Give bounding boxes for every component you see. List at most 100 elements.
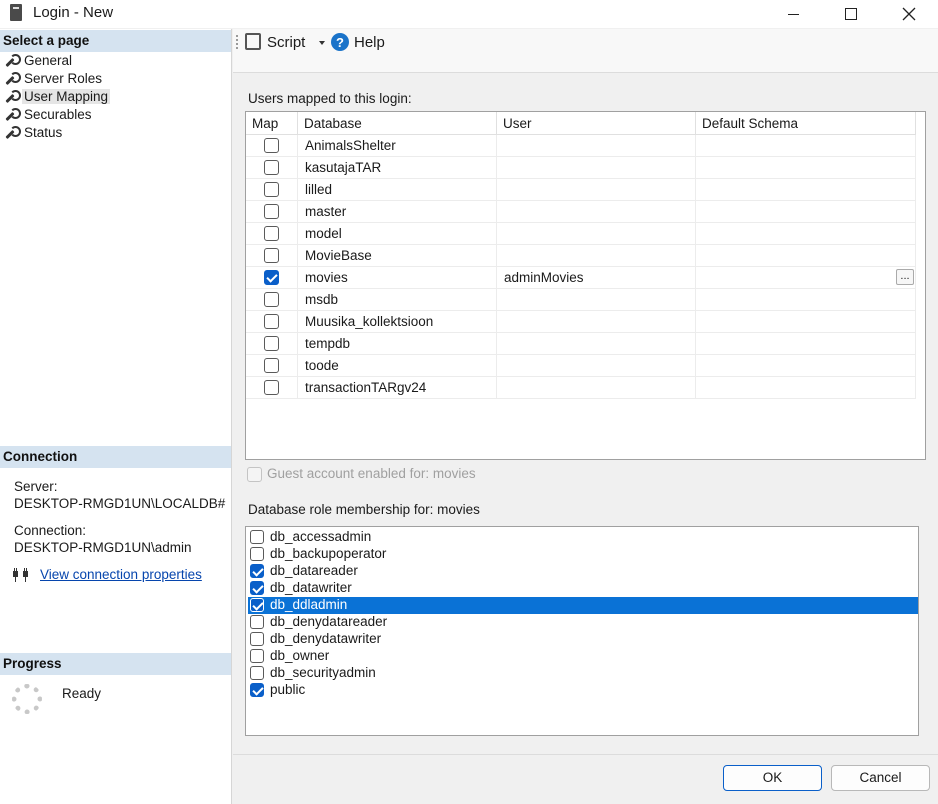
role-item[interactable]: db_denydatawriter <box>248 631 918 648</box>
role-checkbox[interactable] <box>250 530 264 544</box>
page-item-general[interactable]: General <box>4 52 72 69</box>
user-cell[interactable] <box>497 377 696 399</box>
role-checkbox[interactable] <box>250 632 264 646</box>
table-row[interactable]: msdb <box>246 289 916 311</box>
help-button[interactable]: Help <box>354 34 385 51</box>
map-checkbox[interactable] <box>264 226 279 241</box>
minimize-button[interactable] <box>770 0 816 28</box>
cancel-button[interactable]: Cancel <box>831 765 930 791</box>
default-schema-cell[interactable] <box>696 157 916 179</box>
role-checkbox[interactable] <box>250 683 264 697</box>
database-cell[interactable]: toode <box>298 355 497 377</box>
database-cell[interactable]: Muusika_kollektsioon <box>298 311 497 333</box>
role-item[interactable]: db_datareader <box>248 563 918 580</box>
table-row[interactable]: master <box>246 201 916 223</box>
page-item-securables[interactable]: Securables <box>4 106 92 123</box>
default-schema-cell[interactable] <box>696 223 916 245</box>
user-cell[interactable] <box>497 179 696 201</box>
map-checkbox[interactable] <box>264 336 279 351</box>
default-schema-cell[interactable] <box>696 179 916 201</box>
map-checkbox[interactable] <box>264 204 279 219</box>
map-checkbox[interactable] <box>264 160 279 175</box>
view-connection-properties-link[interactable]: View connection properties <box>40 567 202 582</box>
default-schema-cell[interactable] <box>696 201 916 223</box>
map-checkbox[interactable] <box>264 248 279 263</box>
user-cell[interactable] <box>497 223 696 245</box>
database-cell[interactable]: master <box>298 201 497 223</box>
default-schema-cell[interactable] <box>696 311 916 333</box>
table-row[interactable]: AnimalsShelter <box>246 135 916 157</box>
role-checkbox[interactable] <box>250 615 264 629</box>
map-checkbox[interactable] <box>264 358 279 373</box>
role-item[interactable]: db_datawriter <box>248 580 918 597</box>
role-checkbox[interactable] <box>250 564 264 578</box>
column-header-map[interactable]: Map <box>246 112 298 135</box>
role-item[interactable]: db_ddladmin <box>248 597 918 614</box>
user-cell[interactable]: adminMovies <box>497 267 696 289</box>
map-checkbox[interactable] <box>264 380 279 395</box>
browse-schema-button[interactable]: ... <box>896 269 914 285</box>
table-row[interactable]: lilled <box>246 179 916 201</box>
user-cell[interactable] <box>497 311 696 333</box>
database-cell[interactable]: model <box>298 223 497 245</box>
database-cell[interactable]: MovieBase <box>298 245 497 267</box>
role-checkbox[interactable] <box>250 581 264 595</box>
map-checkbox[interactable] <box>264 314 279 329</box>
user-cell[interactable] <box>497 157 696 179</box>
table-row[interactable]: model <box>246 223 916 245</box>
map-checkbox[interactable] <box>264 270 279 285</box>
default-schema-cell[interactable] <box>696 333 916 355</box>
database-cell[interactable]: AnimalsShelter <box>298 135 497 157</box>
default-schema-cell[interactable] <box>696 267 916 289</box>
role-checkbox[interactable] <box>250 666 264 680</box>
database-cell[interactable]: tempdb <box>298 333 497 355</box>
table-row[interactable]: kasutajaTAR <box>246 157 916 179</box>
map-checkbox[interactable] <box>264 182 279 197</box>
map-checkbox[interactable] <box>264 138 279 153</box>
database-cell[interactable]: msdb <box>298 289 497 311</box>
role-item[interactable]: db_backupoperator <box>248 546 918 563</box>
default-schema-cell[interactable] <box>696 135 916 157</box>
script-dropdown-icon[interactable] <box>319 41 325 45</box>
default-schema-cell[interactable] <box>696 377 916 399</box>
role-item[interactable]: db_denydatareader <box>248 614 918 631</box>
column-header-default-schema[interactable]: Default Schema <box>696 112 916 135</box>
user-cell[interactable] <box>497 333 696 355</box>
user-cell[interactable] <box>497 245 696 267</box>
map-checkbox[interactable] <box>264 292 279 307</box>
table-row[interactable]: MovieBase <box>246 245 916 267</box>
table-row[interactable]: Muusika_kollektsioon <box>246 311 916 333</box>
database-cell[interactable]: lilled <box>298 179 497 201</box>
role-checkbox[interactable] <box>250 649 264 663</box>
close-button[interactable] <box>886 0 932 28</box>
database-cell[interactable]: kasutajaTAR <box>298 157 497 179</box>
user-cell[interactable] <box>497 289 696 311</box>
maximize-button[interactable] <box>828 0 874 28</box>
role-item[interactable]: public <box>248 682 918 699</box>
table-row[interactable]: tempdb <box>246 333 916 355</box>
column-header-user[interactable]: User <box>497 112 696 135</box>
database-cell[interactable]: transactionTARgv24 <box>298 377 497 399</box>
database-cell[interactable]: movies <box>298 267 497 289</box>
page-item-status[interactable]: Status <box>4 124 62 141</box>
role-item[interactable]: db_accessadmin <box>248 529 918 546</box>
page-item-user-mapping[interactable]: User Mapping <box>4 88 111 105</box>
default-schema-cell[interactable] <box>696 289 916 311</box>
role-item[interactable]: db_securityadmin <box>248 665 918 682</box>
page-item-server-roles[interactable]: Server Roles <box>4 70 102 87</box>
role-item[interactable]: db_owner <box>248 648 918 665</box>
ok-button[interactable]: OK <box>723 765 822 791</box>
table-row[interactable]: movies adminMovies... <box>246 267 916 289</box>
column-header-database[interactable]: Database <box>298 112 497 135</box>
script-button[interactable]: Script <box>267 34 305 51</box>
default-schema-cell[interactable] <box>696 245 916 267</box>
user-cell[interactable] <box>497 135 696 157</box>
role-checkbox[interactable] <box>250 547 264 561</box>
guest-account-checkbox[interactable] <box>247 467 262 482</box>
table-row[interactable]: transactionTARgv24 <box>246 377 916 399</box>
role-checkbox[interactable] <box>250 598 264 612</box>
user-cell[interactable] <box>497 201 696 223</box>
user-cell[interactable] <box>497 355 696 377</box>
default-schema-cell[interactable] <box>696 355 916 377</box>
table-row[interactable]: toode <box>246 355 916 377</box>
